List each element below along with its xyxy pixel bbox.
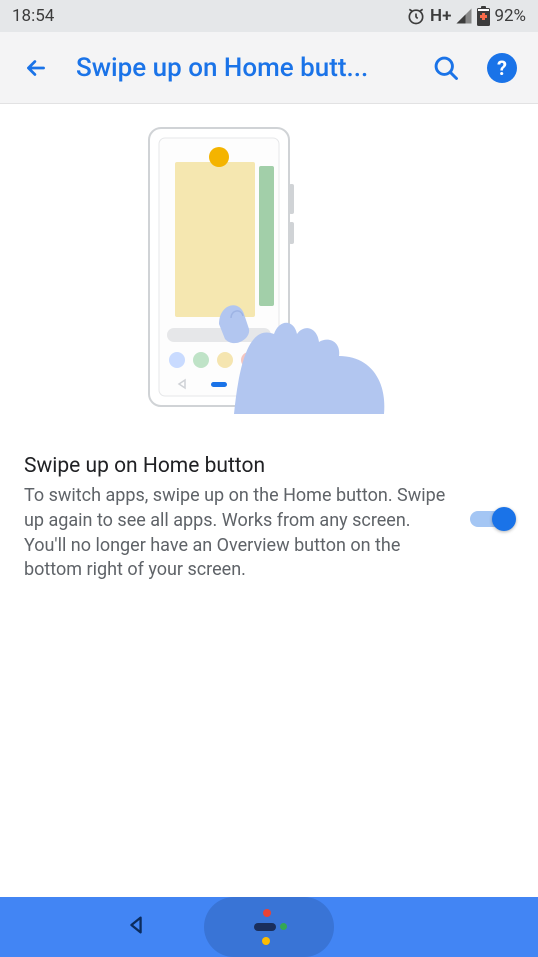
status-right: H+ 92% [406,6,526,26]
alarm-icon [406,6,426,26]
help-button[interactable]: ? [486,52,518,84]
battery-pct: 92% [494,6,526,26]
setting-row[interactable]: Swipe up on Home button To switch apps, … [0,454,538,583]
nav-back-button[interactable] [125,914,147,940]
back-button[interactable] [20,52,52,84]
arrow-back-icon [23,55,49,81]
assistant-icon [249,909,289,945]
search-icon [432,54,460,82]
toggle-knob-icon [492,507,516,531]
setting-text: Swipe up on Home button To switch apps, … [24,454,446,583]
status-time: 18:54 [12,6,54,26]
search-button[interactable] [430,52,462,84]
signal-icon [455,7,473,25]
status-bar: 18:54 H+ 92% [0,0,538,32]
content: Swipe up on Home button To switch apps, … [0,104,538,583]
phone-gesture-illustration-icon [139,124,399,414]
setting-description: To switch apps, swipe up on the Home but… [24,484,446,583]
setting-title: Swipe up on Home button [24,454,446,478]
battery-icon [477,6,490,26]
nav-bar [0,897,538,957]
network-label: H+ [430,6,451,26]
nav-back-icon [125,914,147,936]
illustration [0,124,538,414]
setting-toggle[interactable] [470,511,514,527]
app-bar: Swipe up on Home butt... ? [0,32,538,104]
nav-home-assistant-button[interactable] [204,897,334,957]
page-title: Swipe up on Home butt... [76,53,406,83]
help-icon: ? [487,53,517,83]
